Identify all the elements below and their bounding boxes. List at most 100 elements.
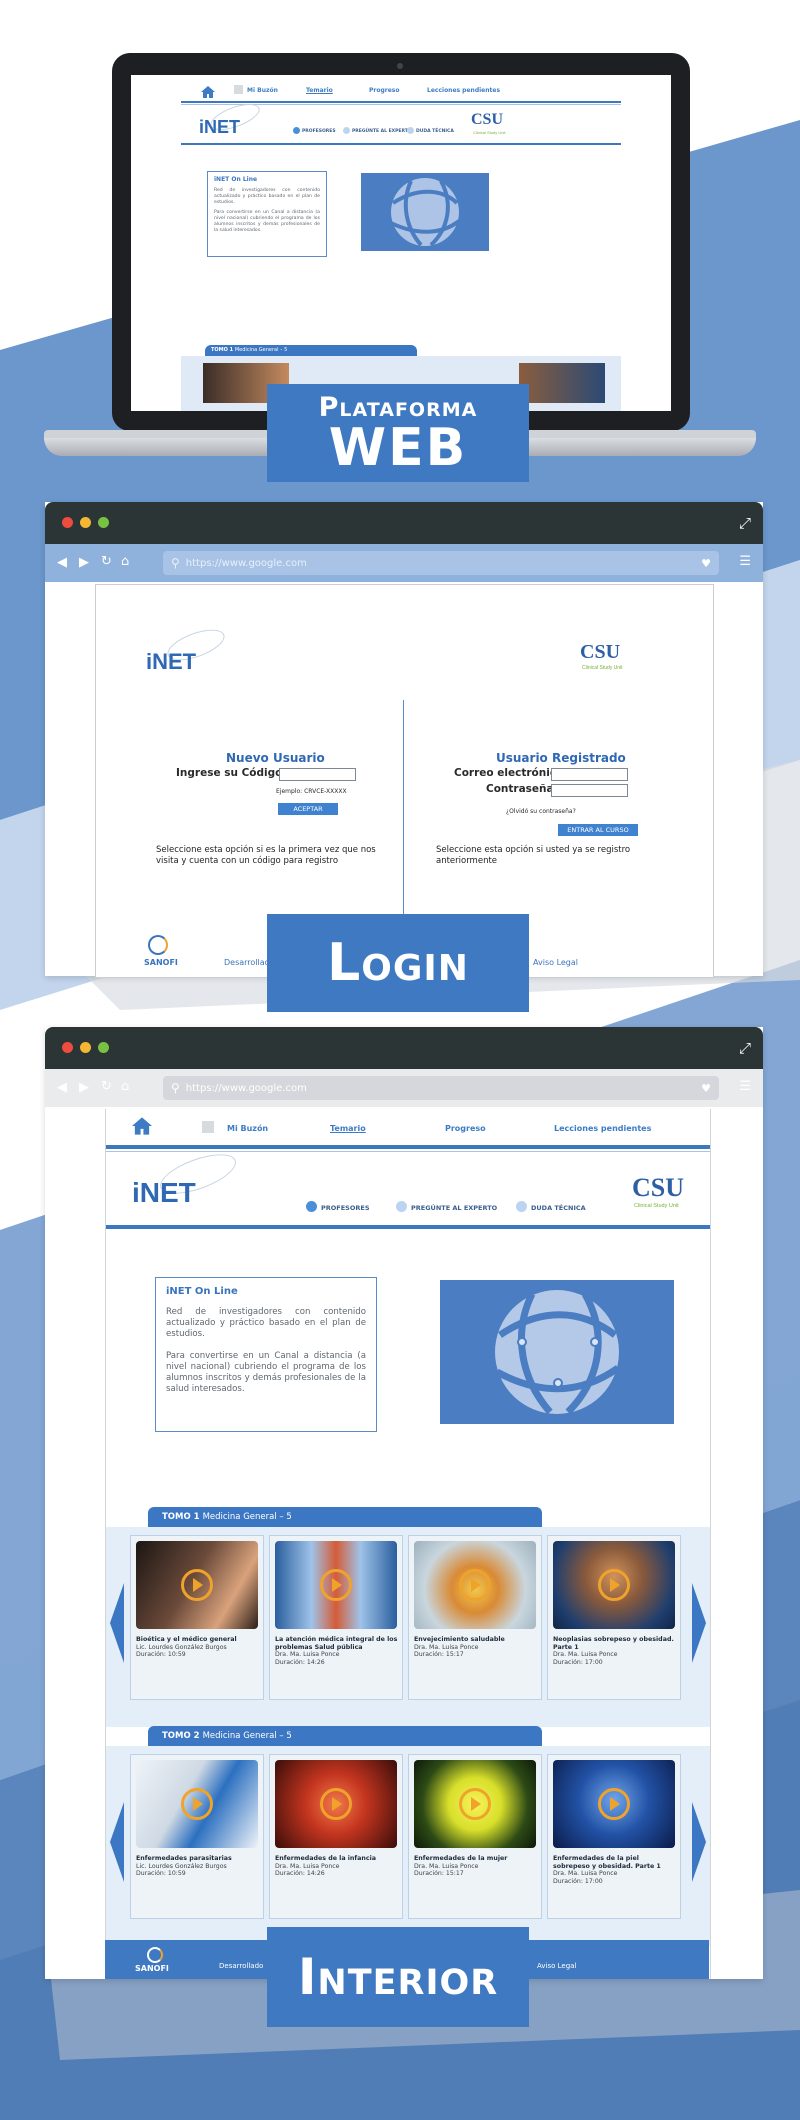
carousel-prev-icon[interactable] xyxy=(110,1583,124,1663)
menu-pregunte[interactable]: PREGÚNTE AL EXPERTO xyxy=(352,129,412,134)
maximize-dot[interactable] xyxy=(98,517,109,528)
fullscreen-icon[interactable]: ⤢ xyxy=(739,1039,751,1057)
course-thumbnail[interactable] xyxy=(275,1541,397,1629)
home-icon[interactable] xyxy=(132,1117,152,1135)
course-author: Dra. Ma. Luisa Ponce xyxy=(414,1643,479,1651)
home-icon[interactable]: ⌂ xyxy=(121,554,129,569)
play-icon[interactable] xyxy=(181,1569,213,1601)
reload-icon[interactable]: ↻ xyxy=(101,554,112,569)
close-dot[interactable] xyxy=(62,517,73,528)
legal-notice-link[interactable]: Aviso Legal xyxy=(533,958,578,967)
course-duration: Duración: 10:59 xyxy=(136,1651,186,1658)
course-thumbnail[interactable] xyxy=(553,1541,675,1629)
url-bar[interactable]: ⚲ https://www.google.com ♥ xyxy=(163,551,719,575)
back-icon[interactable]: ◀ xyxy=(57,1080,67,1095)
play-icon[interactable] xyxy=(598,1569,630,1601)
reload-icon[interactable]: ↻ xyxy=(101,1079,112,1094)
course-thumbnail[interactable] xyxy=(275,1760,397,1848)
legal-notice-link[interactable]: Aviso Legal xyxy=(537,1962,576,1970)
forward-icon[interactable]: ▶ xyxy=(79,1080,89,1095)
menu-icon[interactable]: ☰ xyxy=(739,554,751,569)
nav-pending[interactable]: Lecciones pendientes xyxy=(427,87,500,94)
course-thumbnail[interactable] xyxy=(414,1541,536,1629)
course-card[interactable]: Enfermedades parasitarias Lic. Lourdes Go… xyxy=(130,1754,264,1919)
course-thumbnail[interactable] xyxy=(136,1760,258,1848)
course-title: Enfermedades de la infancia xyxy=(275,1855,377,1862)
play-icon[interactable] xyxy=(459,1788,491,1820)
course-card[interactable]: Neoplasias sobrepeso y obesidad. Parte 1… xyxy=(547,1535,681,1700)
info-paragraph-1: Red de investigadores con contenido actu… xyxy=(214,188,320,205)
password-input[interactable] xyxy=(551,784,628,797)
course-card[interactable]: Envejecimiento saludable Dra. Ma. Luisa P… xyxy=(408,1535,542,1700)
course-thumbnail[interactable] xyxy=(553,1760,675,1848)
course-thumbnail[interactable] xyxy=(136,1541,258,1629)
course-card[interactable]: Bioética y el médico general Lic. Lourdes… xyxy=(130,1535,264,1700)
minimize-dot[interactable] xyxy=(80,1042,91,1053)
course-thumbnail[interactable] xyxy=(414,1760,536,1848)
course-duration: Duración: 14:26 xyxy=(275,1870,325,1877)
fullscreen-icon[interactable]: ⤢ xyxy=(739,514,751,532)
nav-syllabus[interactable]: Temario xyxy=(330,1124,366,1133)
heart-icon[interactable]: ♥ xyxy=(701,1082,711,1095)
enter-course-button[interactable]: ENTRAR AL CURSO xyxy=(558,824,638,836)
browser-window-login: ⤢ ◀ ▶ ↻ ⌂ ⚲ https://www.google.com ♥ ☰ i… xyxy=(45,502,763,978)
minimize-dot[interactable] xyxy=(80,517,91,528)
back-icon[interactable]: ◀ xyxy=(57,555,67,570)
course-title: La atención médica integral de los probl… xyxy=(275,1636,398,1651)
course-duration: Duración: 17:00 xyxy=(553,1877,603,1885)
laptop-site: Mi Buzón Temario Progreso Lecciones pend… xyxy=(181,75,621,411)
play-icon[interactable] xyxy=(598,1788,630,1820)
course-author: Dra. Ma. Luisa Ponce xyxy=(275,1862,340,1870)
mailbox-icon xyxy=(234,85,243,94)
nav-progress[interactable]: Progreso xyxy=(445,1124,486,1133)
tomo1-sub: Medicina General – 5 xyxy=(234,347,288,353)
nav-rule-thin xyxy=(106,1151,710,1152)
play-icon[interactable] xyxy=(181,1788,213,1820)
code-input[interactable] xyxy=(279,768,356,781)
play-icon[interactable] xyxy=(320,1569,352,1601)
menu-profesores[interactable]: PROFESORES xyxy=(302,129,336,134)
browser-titlebar: ⤢ xyxy=(45,1027,763,1069)
label-login: Login xyxy=(267,914,529,1012)
csu-logo: CSU xyxy=(632,1173,685,1202)
pregunte-dot xyxy=(343,127,350,134)
carousel-next-icon[interactable] xyxy=(692,1583,706,1663)
course-card[interactable]: Enfermedades de la mujer Dra. Ma. Luisa P… xyxy=(408,1754,542,1919)
nav-mailbox[interactable]: Mi Buzón xyxy=(227,1124,268,1133)
home-icon[interactable] xyxy=(201,83,215,98)
maximize-dot[interactable] xyxy=(98,1042,109,1053)
carousel-next-icon-2[interactable] xyxy=(692,1802,706,1882)
nav-rule xyxy=(106,1145,710,1149)
nav-syllabus[interactable]: Temario xyxy=(306,87,333,94)
accept-button[interactable]: ACEPTAR xyxy=(278,803,338,815)
nav-mailbox[interactable]: Mi Buzón xyxy=(247,87,278,94)
tomo1-label: TOMO 1 xyxy=(162,1512,200,1522)
globe-image xyxy=(361,173,489,251)
menu-pregunte[interactable]: PREGÚNTE AL EXPERTO xyxy=(411,1204,497,1212)
course-card[interactable]: Enfermedades de la piel sobrepeso y obes… xyxy=(547,1754,681,1919)
menu-profesores[interactable]: PROFESORES xyxy=(321,1204,370,1212)
menu-duda[interactable]: DUDA TÉCNICA xyxy=(531,1204,586,1212)
course-duration: Duración: 10:59 xyxy=(136,1870,186,1877)
play-icon[interactable] xyxy=(459,1569,491,1601)
menu-duda[interactable]: DUDA TÉCNICA xyxy=(416,129,454,134)
close-dot[interactable] xyxy=(62,1042,73,1053)
carousel-prev-icon-2[interactable] xyxy=(110,1802,124,1882)
url-bar[interactable]: ⚲ https://www.google.com ♥ xyxy=(163,1076,719,1100)
email-input[interactable] xyxy=(551,768,628,781)
home-icon[interactable]: ⌂ xyxy=(121,1079,129,1094)
nav-pending[interactable]: Lecciones pendientes xyxy=(554,1124,651,1133)
menu-icon[interactable]: ☰ xyxy=(739,1079,751,1094)
forgot-password-link[interactable]: ¿Olvidó su contraseña? xyxy=(506,808,576,815)
course-card[interactable]: Enfermedades de la infancia Dra. Ma. Luis… xyxy=(269,1754,403,1919)
nav-progress[interactable]: Progreso xyxy=(369,87,400,94)
developed-by-link[interactable]: Desarrollado xyxy=(219,1962,263,1970)
play-icon[interactable] xyxy=(320,1788,352,1820)
forward-icon[interactable]: ▶ xyxy=(79,555,89,570)
csu-subtitle: Clinical Study Unit xyxy=(473,130,506,135)
course-card[interactable]: La atención médica integral de los probl… xyxy=(269,1535,403,1700)
course-author: Dra. Ma. Luisa Ponce xyxy=(275,1651,340,1658)
url-text: https://www.google.com xyxy=(185,557,307,569)
heart-icon[interactable]: ♥ xyxy=(701,557,711,570)
nav-rule xyxy=(181,101,621,103)
